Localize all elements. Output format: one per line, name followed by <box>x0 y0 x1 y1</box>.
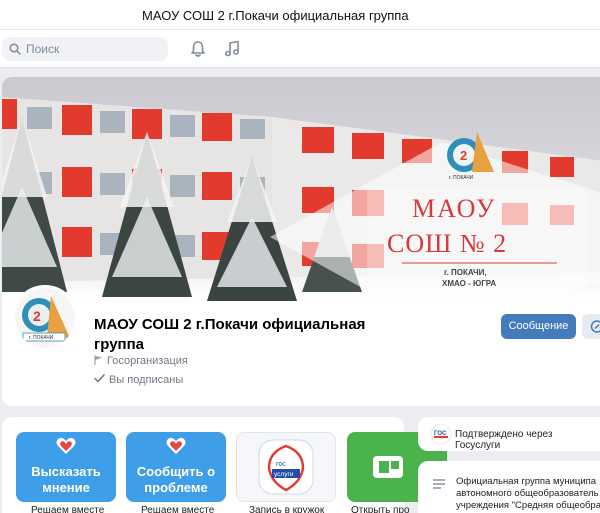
heart-badge-icon <box>56 437 76 454</box>
window-title: МАОУ СОШ 2 г.Покачи официальная группа <box>142 8 409 23</box>
search-placeholder: Поиск <box>26 42 60 56</box>
message-button[interactable]: Сообщение <box>501 314 576 339</box>
subscription-status[interactable]: Вы подписаны <box>94 374 183 386</box>
svg-text:2: 2 <box>460 148 467 163</box>
description-line: Официальная группа муниципа <box>456 476 597 487</box>
music-icon[interactable] <box>222 39 242 59</box>
group-type: Госорганизация <box>94 355 188 367</box>
gosuslugi-icon: гос услуги <box>258 439 314 495</box>
app-caption-2: Решаем вместе <box>141 505 215 513</box>
svg-text:2: 2 <box>33 308 41 324</box>
svg-text:услуги: услуги <box>274 471 294 478</box>
group-description: Официальная группа муниципа автономного … <box>456 476 600 512</box>
chat-icon <box>373 456 403 478</box>
more-button[interactable] <box>582 314 600 339</box>
app-caption-3: Запись в кружок <box>249 505 325 513</box>
search-icon <box>9 43 21 55</box>
emblem-text: г. ПОКАЧИ <box>449 175 474 181</box>
app-tile-problem[interactable]: Сообщить о проблеме <box>126 432 226 502</box>
top-header: Поиск <box>0 30 600 68</box>
sign-line4: ХМАО - ЮГРА <box>442 279 496 288</box>
window-titlebar: МАОУ СОШ 2 г.Покачи официальная группа <box>0 0 600 30</box>
sign-line1: МАОУ <box>412 194 496 223</box>
gosuslugi-verified: Подтверждено через Госуслуги <box>455 429 553 451</box>
app-tile-opinion-label: Высказать мнение <box>31 464 101 495</box>
community-card: 2 г. ПОКАЧИ МАОУ СОШ № 2 г. ПОКАЧИ, ХМАО… <box>2 77 600 406</box>
gosuslugi-badge-icon: ГОС <box>430 423 452 445</box>
cover-image: 2 г. ПОКАЧИ МАОУ СОШ № 2 г. ПОКАЧИ, ХМАО… <box>2 77 600 301</box>
subscription-label: Вы подписаны <box>109 374 184 386</box>
app-tile-opinion[interactable]: Высказать мнение <box>16 432 116 502</box>
description-icon <box>433 479 445 489</box>
app-tile-gosuslugi[interactable]: гос услуги <box>236 432 336 502</box>
search-input[interactable]: Поиск <box>2 37 168 61</box>
svg-text:гос: гос <box>276 461 286 468</box>
bell-icon[interactable] <box>188 39 208 59</box>
sign-line2: СОШ № 2 <box>387 229 507 258</box>
app-tile-problem-label: Сообщить о проблеме <box>136 464 216 495</box>
description-line: учреждения "Средняя общеобра <box>456 500 600 511</box>
flag-icon <box>94 355 102 365</box>
group-avatar[interactable]: 2 г. ПОКАЧИ <box>12 285 78 351</box>
group-name: МАОУ СОШ 2 г.Покачи официальная группа <box>94 316 366 353</box>
heart-badge-icon <box>166 437 186 454</box>
group-type-label: Госорганизация <box>107 355 188 367</box>
check-icon <box>94 374 105 383</box>
sign-line3: г. ПОКАЧИ, <box>444 268 487 277</box>
share-icon <box>590 320 600 333</box>
description-line: автономного общеобразователь <box>456 488 599 499</box>
app-caption-1: Решаем вместе <box>31 505 105 513</box>
app-caption-4: Открыть про <box>351 505 410 513</box>
avatar-text: г. ПОКАЧИ <box>29 335 54 341</box>
